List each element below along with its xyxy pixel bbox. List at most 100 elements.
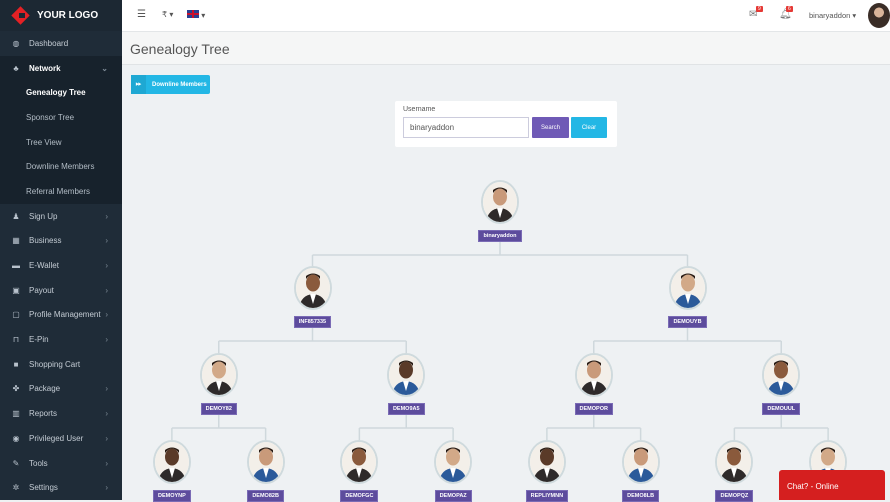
username-label: Username	[403, 106, 436, 113]
username-input[interactable]	[403, 117, 529, 138]
menu-toggle-icon[interactable]: ☰	[137, 9, 146, 20]
sidebar-item-settings[interactable]: ✲ Settings ›	[0, 475, 122, 500]
sidebar-item-sign-up[interactable]: ♟ Sign Up ›	[0, 204, 122, 229]
sidebar-item-label: E-Wallet	[29, 261, 59, 271]
member-avatar[interactable]	[527, 440, 566, 484]
dashboard-icon: ◍	[12, 38, 20, 48]
search-button[interactable]: Search	[532, 117, 569, 138]
tree-node[interactable]: binaryaddon	[460, 180, 540, 242]
member-username[interactable]: INF857335	[293, 316, 332, 328]
sidebar-subitem[interactable]: Referral Members	[0, 179, 122, 204]
tree-node[interactable]: DEMOFGC	[319, 440, 399, 502]
chart-icon: ▥	[12, 409, 20, 419]
sidebar-subitem[interactable]: Genealogy Tree	[0, 80, 122, 106]
person-icon	[248, 442, 283, 482]
member-avatar[interactable]	[668, 266, 707, 310]
sidebar: YOUR LOGO ◍ Dashboard ♣ Network ⌄ Genealogy T…	[0, 0, 122, 500]
sidebar-item-label: Business	[29, 236, 62, 246]
sidebar-item-business[interactable]: ▦ Business ›	[0, 229, 122, 254]
sidebar-item-label: Package	[29, 384, 61, 394]
tree-node[interactable]: DEMOUUL	[741, 353, 821, 415]
page-header: Genealogy Tree	[122, 32, 890, 65]
member-username[interactable]: DEMOYNP	[152, 490, 191, 502]
person-icon	[717, 442, 752, 482]
sidebar-item-privileged-user[interactable]: ◉ Privileged User ›	[0, 426, 122, 451]
person-icon	[295, 268, 330, 308]
member-avatar[interactable]	[293, 266, 332, 310]
sidebar-item-label: Privileged User	[29, 433, 84, 443]
sidebar-subitem[interactable]: Tree View	[0, 129, 122, 155]
tree-node[interactable]: DEMOUYB	[648, 266, 728, 328]
member-avatar[interactable]	[481, 180, 519, 224]
tree-node[interactable]: DEMOY82	[179, 353, 259, 415]
chevron-icon: ⌄	[101, 63, 108, 73]
logo[interactable]: YOUR LOGO	[0, 0, 122, 31]
sidebar-item-dashboard[interactable]: ◍ Dashboard	[0, 31, 122, 56]
member-avatar[interactable]	[246, 440, 285, 484]
member-username[interactable]: DEMO9A5	[387, 403, 425, 415]
tree-node[interactable]: DEMOPOR	[554, 353, 634, 415]
avatar[interactable]	[868, 3, 890, 28]
member-username[interactable]: DEMOPOR	[574, 403, 613, 415]
member-username[interactable]: DEMOY82	[200, 403, 237, 415]
sidebar-item-e-wallet[interactable]: ▬ E-Wallet ›	[0, 253, 122, 278]
person-icon	[342, 442, 377, 482]
cogs-icon: ✲	[12, 483, 20, 493]
tree-node[interactable]: DEMO82B	[226, 440, 306, 502]
tree-node[interactable]: DEMO9A5	[366, 353, 446, 415]
user-menu[interactable]: binaryaddon ▾	[809, 11, 856, 20]
member-avatar[interactable]	[152, 440, 191, 484]
member-avatar[interactable]	[340, 440, 379, 484]
member-avatar[interactable]	[434, 440, 473, 484]
member-avatar[interactable]	[762, 353, 801, 397]
shopping-bag-icon: ■	[13, 359, 19, 369]
sidebar-item-shopping-cart[interactable]: ■ Shopping Cart	[0, 352, 122, 377]
member-username[interactable]: DEMOFGC	[340, 490, 379, 502]
tree-node[interactable]: DEMOPAZ	[413, 440, 493, 502]
currency-dropdown[interactable]: ₹ ▾	[162, 10, 173, 19]
member-avatar[interactable]	[387, 353, 426, 397]
person-icon	[201, 355, 236, 395]
member-avatar[interactable]	[574, 353, 613, 397]
sidebar-item-label: Reports	[29, 409, 58, 419]
member-avatar[interactable]	[199, 353, 238, 397]
person-icon	[529, 442, 564, 482]
sidebar-item-network[interactable]: ♣ Network ⌄	[0, 55, 122, 81]
person-icon	[670, 268, 705, 308]
network-icon: ♣	[13, 63, 19, 73]
sidebar-subitem[interactable]: Sponsor Tree	[0, 105, 122, 130]
tree-node[interactable]: INF857335	[273, 266, 353, 328]
sidebar-item-package[interactable]: ✤ Package ›	[0, 377, 122, 402]
tree-node[interactable]: REPLIYMNN	[507, 440, 587, 502]
sidebar-item-tools[interactable]: ✎ Tools ›	[0, 451, 122, 476]
member-username[interactable]: DEMOPAZ	[434, 490, 472, 502]
chevron-icon: ›	[105, 211, 108, 221]
chevron-icon: ›	[105, 261, 108, 271]
chevron-icon: ›	[105, 433, 108, 443]
language-dropdown[interactable]: ▾	[187, 10, 205, 20]
member-username[interactable]: DEMOUUL	[762, 403, 801, 415]
sidebar-item-e-pin[interactable]: ⊓ E-Pin ›	[0, 327, 122, 352]
member-username[interactable]: DEMOUYB	[668, 316, 707, 328]
member-username[interactable]: DEMO8LB	[622, 490, 660, 502]
sidebar-item-label: Network	[29, 63, 61, 73]
tree-node[interactable]: DEMOYNP	[132, 440, 212, 502]
sidebar-item-label: E-Pin	[29, 335, 49, 345]
sidebar-item-profile-management[interactable]: ▢ Profile Management ›	[0, 303, 122, 328]
sidebar-item-payout[interactable]: ▣ Payout ›	[0, 278, 122, 303]
member-avatar[interactable]	[621, 440, 660, 484]
sidebar-item-label: Dashboard	[29, 38, 69, 48]
tree-node[interactable]: DEMOPQZ	[694, 440, 774, 502]
member-avatar[interactable]	[715, 440, 754, 484]
member-username[interactable]: REPLIYMNN	[525, 490, 569, 502]
clear-button[interactable]: Clear	[571, 117, 607, 138]
member-username[interactable]: binaryaddon	[478, 230, 522, 242]
sidebar-subitem[interactable]: Downline Members	[0, 154, 122, 180]
downline-members-button[interactable]: ⏩︎ Downline Members	[131, 75, 210, 94]
member-username[interactable]: DEMOPQZ	[715, 490, 754, 502]
chat-widget[interactable]: Chat? - Online	[779, 470, 885, 500]
sidebar-item-reports[interactable]: ▥ Reports ›	[0, 401, 122, 426]
tree-node[interactable]: DEMO8LB	[601, 440, 681, 502]
member-username[interactable]: DEMO82B	[247, 490, 284, 502]
user-plus-icon: ♟	[12, 211, 20, 221]
